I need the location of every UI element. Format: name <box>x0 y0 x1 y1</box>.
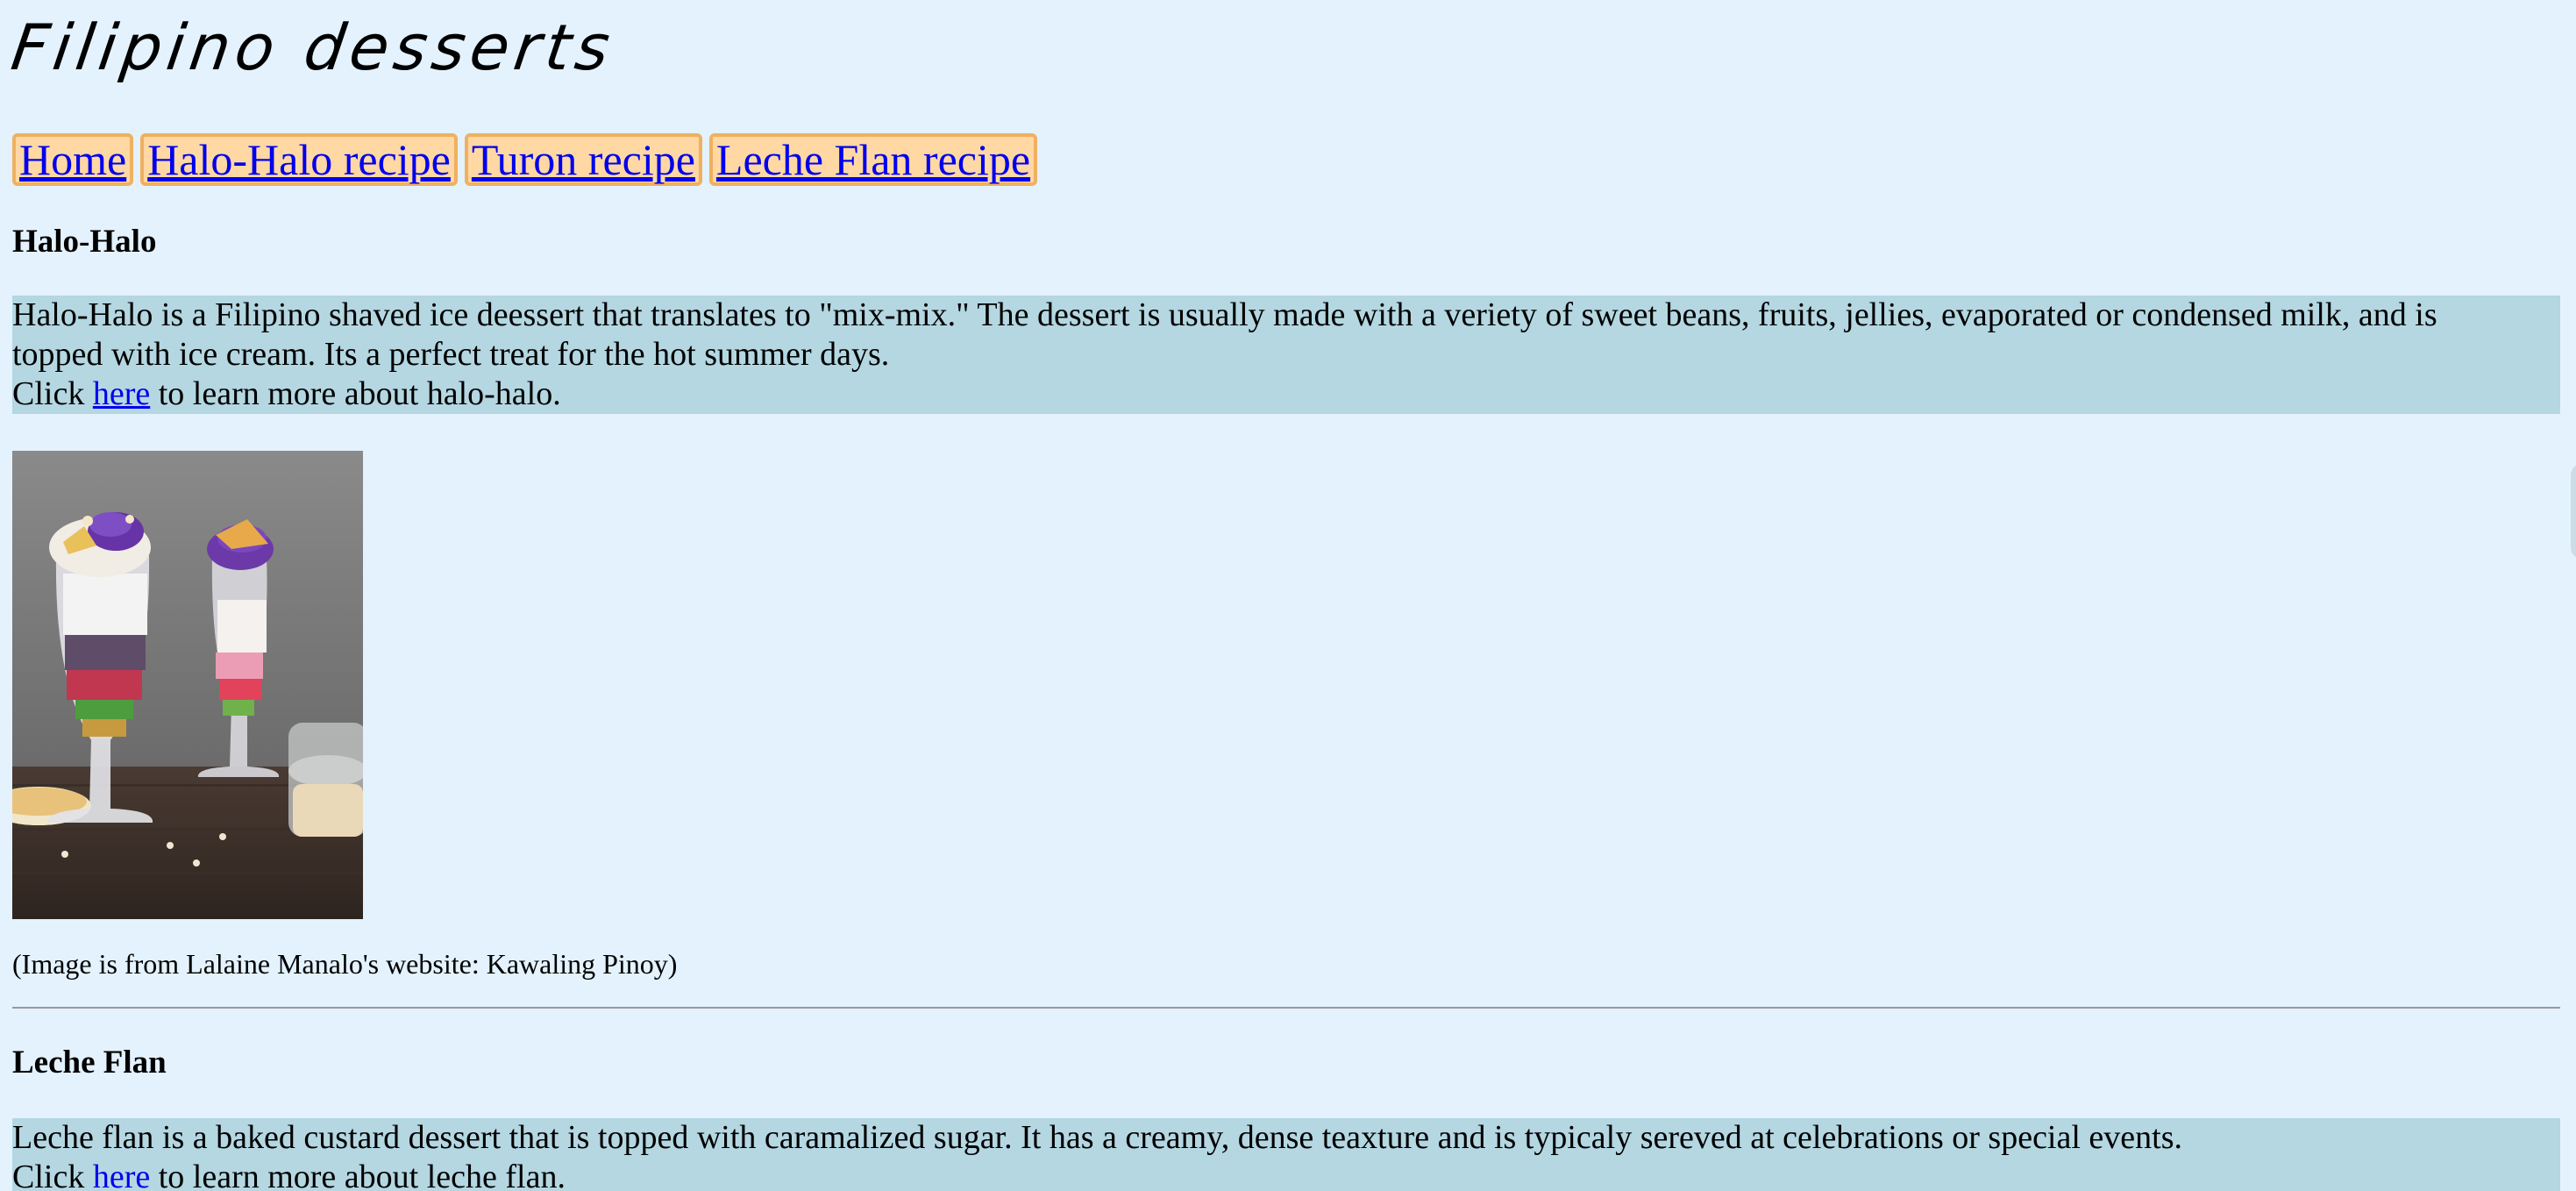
nav-item-halo-halo-recipe[interactable]: Halo-Halo recipe <box>140 133 458 186</box>
halo-halo-description-text: Halo-Halo is a Filipino shaved ice deess… <box>12 296 2437 373</box>
leche-flan-click-prefix: Click <box>12 1159 93 1191</box>
halo-halo-click-suffix: to learn more about halo-halo. <box>150 375 561 412</box>
leche-flan-click-suffix: to learn more about leche flan. <box>150 1159 566 1191</box>
leche-flan-heading: Leche Flan <box>12 1045 167 1080</box>
page-title: Filipino desserts <box>7 11 620 84</box>
leche-flan-description-text: Leche flan is a baked custard dessert th… <box>12 1119 2182 1156</box>
halo-halo-photo <box>12 451 363 919</box>
leche-flan-learn-more-link[interactable]: here <box>93 1159 150 1191</box>
halo-halo-image-caption: (Image is from Lalaine Manalo's website:… <box>12 948 678 980</box>
main-nav: Home Halo-Halo recipe Turon recipe Leche… <box>12 133 1038 186</box>
edge-scroll-tab[interactable] <box>2571 463 2576 560</box>
nav-item-home[interactable]: Home <box>12 133 134 186</box>
nav-item-leche-flan-recipe[interactable]: Leche Flan recipe <box>708 133 1038 186</box>
section-divider <box>12 1007 2560 1009</box>
halo-halo-learn-more-link[interactable]: here <box>93 375 150 412</box>
nav-link-halo-halo-recipe[interactable]: Halo-Halo recipe <box>147 135 451 184</box>
nav-item-turon-recipe[interactable]: Turon recipe <box>464 133 702 186</box>
nav-link-leche-flan-recipe[interactable]: Leche Flan recipe <box>716 135 1030 184</box>
halo-halo-heading: Halo-Halo <box>12 224 157 260</box>
nav-link-turon-recipe[interactable]: Turon recipe <box>472 135 695 184</box>
halo-halo-click-prefix: Click <box>12 375 93 412</box>
leche-flan-description: Leche flan is a baked custard dessert th… <box>12 1118 2560 1191</box>
nav-link-home[interactable]: Home <box>19 135 126 184</box>
halo-halo-description: Halo-Halo is a Filipino shaved ice deess… <box>12 296 2560 414</box>
